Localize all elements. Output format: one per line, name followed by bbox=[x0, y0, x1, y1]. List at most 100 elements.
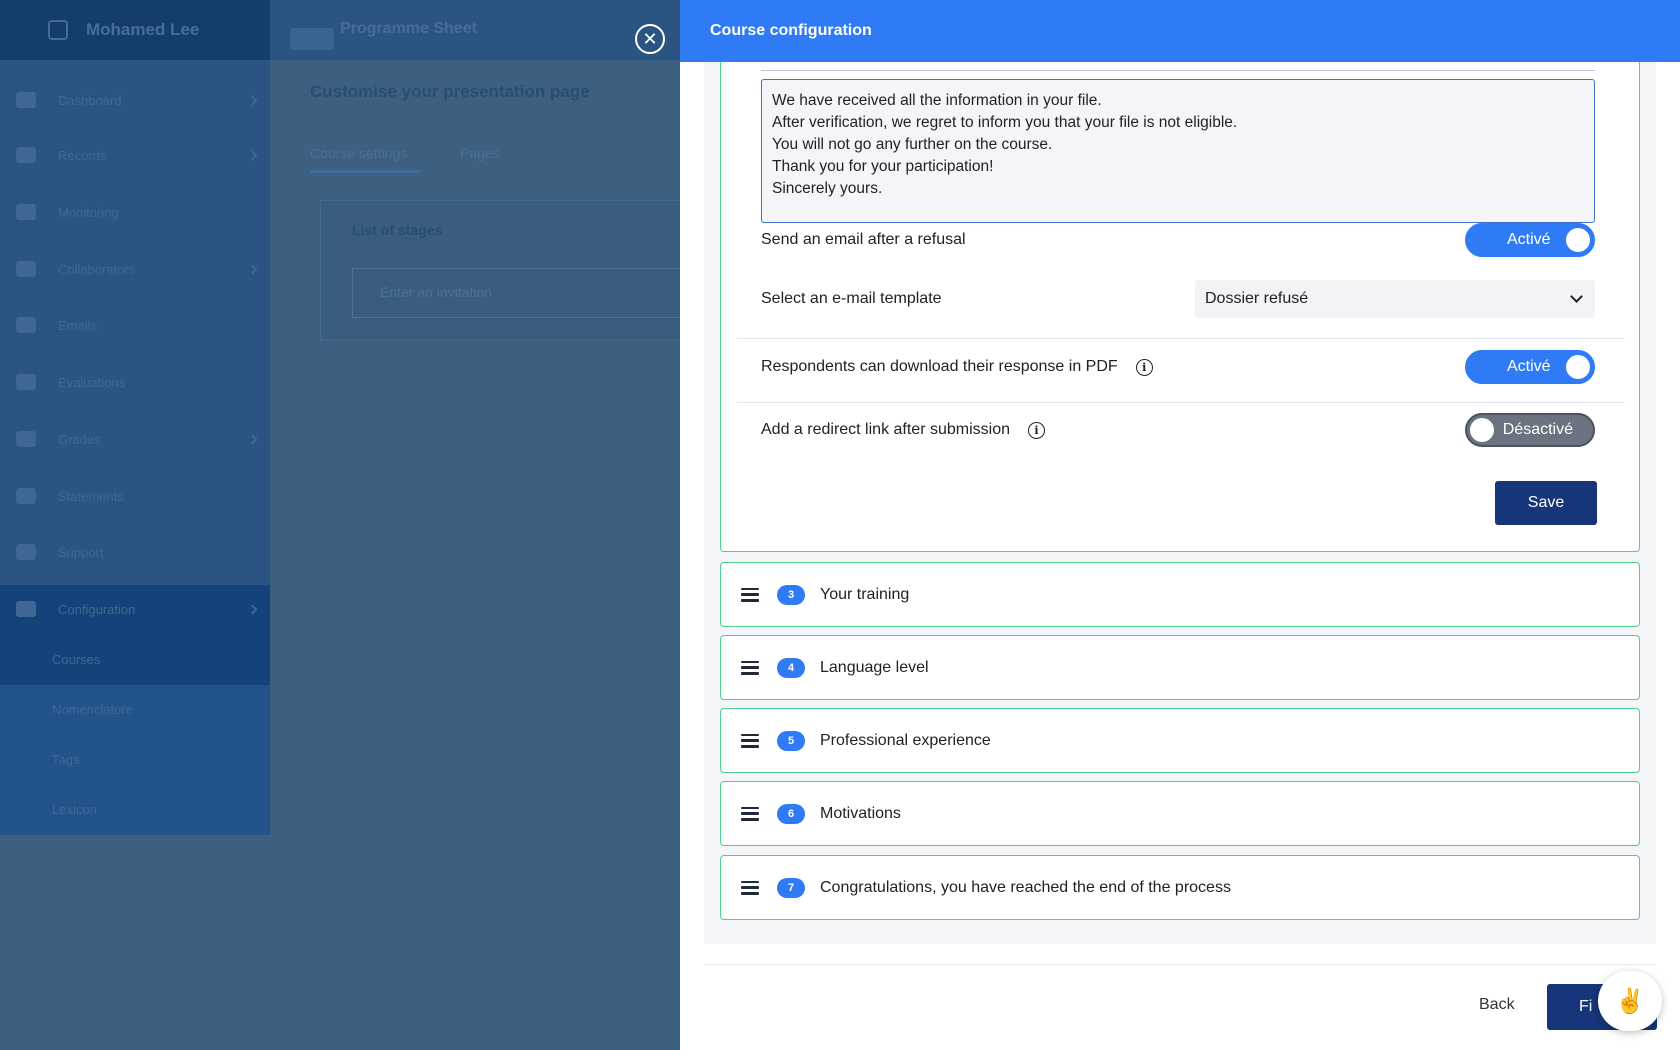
finish-label: Fi bbox=[1579, 998, 1593, 1015]
stage-expanded: We have received all the information in … bbox=[720, 62, 1640, 552]
drag-handle-icon[interactable] bbox=[741, 880, 759, 895]
drag-handle-icon[interactable] bbox=[741, 733, 759, 748]
support-icon bbox=[16, 544, 36, 560]
records-icon bbox=[16, 147, 36, 163]
bg-input-placeholder: Enter an invitation bbox=[380, 284, 493, 300]
bg-sub-tags: Tags bbox=[52, 752, 80, 767]
bg-tab-pages: Pages bbox=[460, 145, 500, 161]
bg-logo-icon bbox=[48, 20, 68, 40]
bg-main-title: Programme Sheet bbox=[340, 20, 477, 37]
divider bbox=[737, 402, 1625, 403]
stage-title: Motivations bbox=[820, 804, 901, 822]
refusal-email-label: Send an email after a refusal bbox=[761, 231, 966, 248]
footer-divider bbox=[704, 964, 1656, 965]
stage-title: Language level bbox=[820, 658, 929, 676]
stage-number-badge: 6 bbox=[777, 803, 805, 824]
bg-nav-statements: Statements bbox=[16, 484, 256, 508]
bg-sub-courses: Courses bbox=[52, 652, 101, 667]
stage-title: Your training bbox=[820, 585, 910, 603]
collaborators-icon bbox=[16, 261, 36, 277]
gear-icon bbox=[16, 601, 36, 617]
chevron-icon bbox=[247, 150, 258, 160]
info-icon[interactable]: i bbox=[1135, 358, 1153, 376]
toggle-knob bbox=[1470, 418, 1494, 442]
stage-number-badge: 4 bbox=[777, 657, 805, 678]
email-template-row: Select an e-mail template Dossier refusé bbox=[761, 280, 1595, 318]
background-app: Mohamed Lee Dashboard Records Monitoring… bbox=[0, 0, 682, 1050]
statements-icon bbox=[16, 488, 36, 504]
redirect-link-label: Add a redirect link after submission bbox=[761, 421, 1010, 438]
back-button[interactable]: Back bbox=[1479, 996, 1515, 1014]
bg-nav-monitoring: Monitoring bbox=[16, 200, 256, 224]
course-configuration-panel: Course configuration We have received al… bbox=[680, 0, 1680, 1050]
redirect-link-toggle[interactable]: Désactivé bbox=[1465, 413, 1595, 447]
message-line: We have received all the information in … bbox=[772, 92, 1102, 109]
drag-handle-icon[interactable] bbox=[741, 660, 759, 675]
bg-chip bbox=[290, 28, 334, 50]
email-template-select[interactable]: Dossier refusé bbox=[1195, 280, 1595, 318]
toggle-state: Désactivé bbox=[1502, 421, 1573, 438]
bg-sub-nomenclature: Nomenclature bbox=[52, 702, 133, 717]
divider bbox=[761, 70, 1595, 71]
panel-title: Course configuration bbox=[710, 22, 872, 39]
stage-title: Professional experience bbox=[820, 731, 991, 749]
panel-header: Course configuration bbox=[680, 0, 1680, 62]
close-icon: ✕ bbox=[642, 28, 658, 49]
chevron-down-icon bbox=[1570, 290, 1583, 303]
message-line: Thank you for your participation! bbox=[772, 158, 994, 175]
bg-nav-records: Records bbox=[16, 143, 258, 167]
bg-nav-dashboard: Dashboard bbox=[16, 88, 258, 112]
victory-hand-icon: ✌️ bbox=[1615, 987, 1645, 1015]
chat-widget-button[interactable]: ✌️ bbox=[1598, 971, 1662, 1031]
refusal-email-toggle[interactable]: Activé bbox=[1465, 223, 1595, 257]
close-panel-button[interactable]: ✕ bbox=[635, 24, 665, 54]
email-template-value: Dossier refusé bbox=[1205, 290, 1309, 307]
chevron-icon bbox=[247, 95, 258, 105]
toggle-knob bbox=[1566, 228, 1590, 252]
panel-body: We have received all the information in … bbox=[704, 62, 1656, 944]
bg-page-heading: Customise your presentation page bbox=[310, 82, 590, 101]
divider bbox=[737, 338, 1625, 339]
stage-number-badge: 7 bbox=[777, 877, 805, 898]
message-line: You will not go any further on the cours… bbox=[772, 136, 1053, 153]
dashboard-icon bbox=[16, 92, 36, 108]
bg-tab-settings: Course settings bbox=[310, 145, 408, 161]
stage-number-badge: 5 bbox=[777, 730, 805, 751]
bg-nav-configuration: Configuration bbox=[16, 597, 258, 621]
stage-item[interactable]: 7 Congratulations, you have reached the … bbox=[720, 855, 1640, 920]
toggle-knob bbox=[1566, 355, 1590, 379]
info-icon[interactable]: i bbox=[1028, 421, 1045, 439]
bg-nav-evaluations: Evaluations bbox=[16, 370, 256, 394]
grades-icon bbox=[16, 431, 36, 447]
refusal-message-textarea[interactable]: We have received all the information in … bbox=[761, 79, 1595, 223]
email-template-label: Select an e-mail template bbox=[761, 290, 942, 307]
refusal-email-row: Send an email after a refusal Activé bbox=[761, 223, 1595, 257]
toggle-state: Activé bbox=[1507, 231, 1551, 248]
stage-item[interactable]: 5 Professional experience bbox=[720, 708, 1640, 773]
stage-title: Congratulations, you have reached the en… bbox=[820, 878, 1231, 896]
drag-handle-icon[interactable] bbox=[741, 806, 759, 821]
stage-item[interactable]: 4 Language level bbox=[720, 635, 1640, 700]
stage-number-badge: 3 bbox=[777, 584, 805, 605]
stage-item[interactable]: 3 Your training bbox=[720, 562, 1640, 627]
redirect-link-row: Add a redirect link after submission i D… bbox=[761, 413, 1595, 447]
toggle-state: Activé bbox=[1507, 358, 1551, 375]
bg-brand: Mohamed Lee bbox=[86, 20, 200, 39]
bg-nav-grades: Grades bbox=[16, 427, 258, 451]
bg-nav-collaborators: Collaborators bbox=[16, 257, 258, 281]
chevron-icon bbox=[247, 434, 258, 444]
chevron-icon bbox=[247, 604, 258, 614]
pdf-download-row: Respondents can download their response … bbox=[761, 350, 1595, 384]
monitoring-icon bbox=[16, 204, 36, 220]
message-line: After verification, we regret to inform … bbox=[772, 114, 1238, 131]
pdf-download-label: Respondents can download their response … bbox=[761, 358, 1118, 375]
bg-nav-emails: Emails bbox=[16, 313, 256, 337]
bg-card-title: List of stages bbox=[352, 222, 443, 238]
stage-item[interactable]: 6 Motivations bbox=[720, 781, 1640, 846]
pdf-download-toggle[interactable]: Activé bbox=[1465, 350, 1595, 384]
email-icon bbox=[16, 317, 36, 333]
save-button[interactable]: Save bbox=[1495, 481, 1597, 525]
drag-handle-icon[interactable] bbox=[741, 587, 759, 602]
bg-sub-lexicon: Lexicon bbox=[52, 802, 97, 817]
evaluations-icon bbox=[16, 374, 36, 390]
